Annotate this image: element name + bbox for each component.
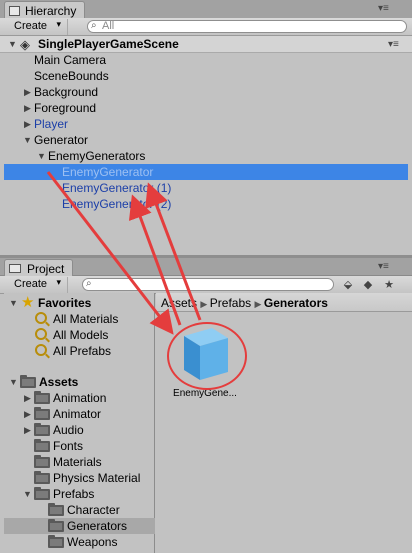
arrow-prefab-to-instance-1 xyxy=(145,182,202,321)
annotation-arrows xyxy=(46,171,202,335)
arrow-prefab-to-instance-2 xyxy=(128,194,182,326)
